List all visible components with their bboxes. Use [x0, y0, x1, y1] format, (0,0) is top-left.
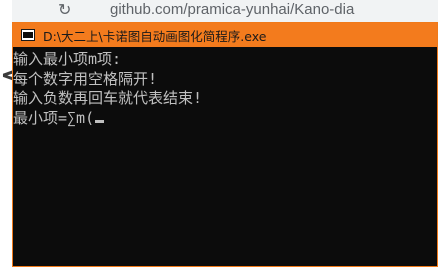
window-title: D:\大二上\卡诺图自动画图化简程序.exe: [43, 28, 267, 44]
background-url-text: github.com/pramica-yunhai/Kano-dia: [110, 1, 355, 18]
console-line: 输入最小项m项:: [13, 50, 122, 68]
console-line: 每个数字用空格隔开!: [13, 69, 158, 88]
console-output[interactable]: 输入最小项m项: 每个数字用空格隔开! 输入负数再回车就代表结束! 最小项=∑m…: [13, 50, 437, 266]
reload-icon: ↻: [58, 0, 72, 19]
console-window[interactable]: D:\大二上\卡诺图自动画图化简程序.exe 输入最小项m项: 每个数字用空格隔…: [12, 22, 438, 267]
browser-background: ↻ github.com/pramica-yunhai/Kano-dia: [0, 0, 438, 22]
background-left-edge: <: [0, 0, 23, 267]
console-prompt-line[interactable]: 最小项=∑m(: [13, 109, 437, 129]
console-prompt-text: 最小项=∑m(: [13, 108, 95, 127]
title-bar[interactable]: D:\大二上\卡诺图自动画图化简程序.exe: [13, 23, 437, 47]
text-cursor: [95, 119, 105, 123]
console-app-icon: [21, 29, 35, 41]
console-line: 输入负数再回车就代表结束!: [13, 89, 203, 107]
